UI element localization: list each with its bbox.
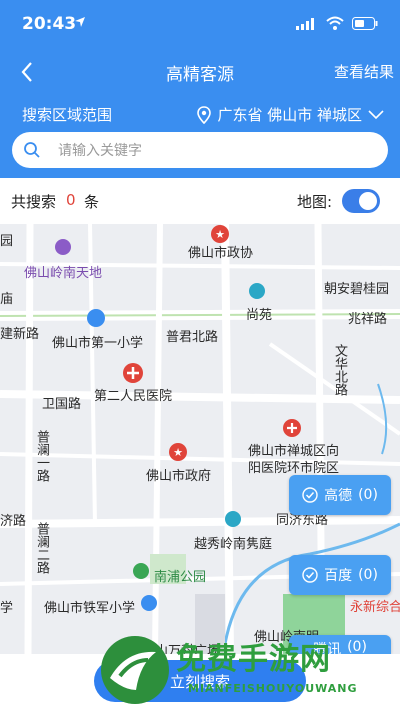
map-label: 佛山岭南天地 — [24, 266, 103, 281]
map-label: 文华北路 — [332, 344, 347, 396]
region-value: 广东省 佛山市 禅城区 — [217, 106, 362, 124]
government-pin-icon: ★ — [169, 443, 187, 461]
map-label: 佛山市铁军小学 — [44, 601, 136, 616]
map-label: 普澜二路 — [34, 522, 49, 574]
count-value: 0 — [66, 191, 76, 209]
residence-pin-icon — [225, 511, 241, 527]
svg-text:★: ★ — [215, 228, 225, 241]
header: 20:43 高精客源 查看结果 搜索区域范围 广东省 佛山市 禅城区 — [0, 0, 400, 178]
toggle-knob — [359, 192, 377, 210]
status-bar: 20:43 — [0, 0, 400, 48]
status-time: 20:43 — [22, 14, 77, 34]
nav-bar: 高精客源 查看结果 — [0, 52, 400, 92]
map-label: 卫国路 — [42, 397, 82, 412]
map-label: 阳医院环市院区 — [248, 461, 340, 476]
map-label: 佛山市第一小学 — [52, 336, 144, 351]
watermark: 免费手游网 MIANFEISHOUYOUWANG — [96, 630, 396, 710]
watermark-title: 免费手游网 — [176, 642, 331, 677]
watermark-logo-icon — [101, 636, 169, 704]
map-label: 佛山市政府 — [146, 469, 212, 484]
cellular-signal-icon — [296, 18, 314, 30]
provider-gaode-button[interactable]: 高德 (0) — [289, 475, 391, 515]
map-label: 普君北路 — [166, 330, 219, 345]
search-input[interactable] — [56, 138, 360, 164]
school-pin-icon — [87, 309, 105, 327]
hospital-pin-icon: ★ — [211, 225, 229, 243]
svg-text:★: ★ — [173, 446, 183, 459]
provider-name: 高德 — [324, 488, 353, 504]
map-label: 朝安碧桂园 — [324, 282, 390, 297]
map-label: 建新路 — [0, 327, 40, 342]
provider-baidu-button[interactable]: 百度 (0) — [289, 555, 391, 595]
check-circle-icon — [302, 487, 318, 503]
view-results-button[interactable]: 查看结果 — [334, 61, 394, 82]
map-label: 越秀岭南隽庭 — [194, 537, 273, 552]
map-label: 园 — [0, 234, 14, 249]
map-label: 庙 — [0, 292, 14, 307]
map-label: 学 — [0, 601, 14, 616]
park-pin-icon — [133, 563, 149, 579]
map-label: 兆祥路 — [348, 312, 388, 327]
map-toggle-switch[interactable] — [342, 189, 380, 213]
shopping-pin-icon — [55, 239, 71, 255]
region-label: 搜索区域范围 — [22, 106, 113, 124]
provider-count: (0) — [358, 567, 378, 583]
map-label: 普澜一路 — [34, 430, 49, 482]
map-label: 第二人民医院 — [94, 389, 173, 404]
school-pin-icon — [141, 595, 157, 611]
location-arrow-icon — [75, 17, 85, 27]
search-icon — [24, 142, 40, 158]
region-selector[interactable]: 广东省 佛山市 禅城区 — [197, 104, 384, 125]
watermark-subtitle: MIANFEISHOUYOUWANG — [188, 682, 358, 695]
check-circle-icon — [302, 567, 318, 583]
provider-count: (0) — [358, 487, 378, 503]
map-toggle-label: 地图: — [297, 193, 333, 211]
chevron-down-icon — [368, 109, 384, 119]
hospital-pin-icon — [123, 363, 143, 383]
map-label: 济路 — [0, 514, 27, 529]
search-box — [12, 132, 388, 168]
location-pin-icon — [197, 105, 212, 124]
provider-name: 百度 — [324, 568, 353, 584]
count-prefix: 共搜索 — [11, 193, 57, 211]
map-label: 南浦公园 — [154, 570, 207, 585]
map-label: 永新综合 — [350, 600, 400, 615]
search-region-row: 搜索区域范围 广东省 佛山市 禅城区 — [0, 102, 400, 128]
count-suffix: 条 — [84, 193, 100, 211]
result-count-bar: 共搜索 0 条 地图: — [0, 178, 400, 224]
residence-pin-icon — [249, 283, 265, 299]
battery-icon — [352, 17, 378, 30]
hospital-pin-icon — [283, 419, 301, 437]
map-label: 尚苑 — [246, 308, 273, 323]
wifi-icon — [326, 16, 344, 30]
map-view[interactable]: 佛山市政协 佛山岭南天地 尚苑 朝安碧桂园 建新路 佛山市第一小学 普君北路 兆… — [0, 224, 400, 654]
